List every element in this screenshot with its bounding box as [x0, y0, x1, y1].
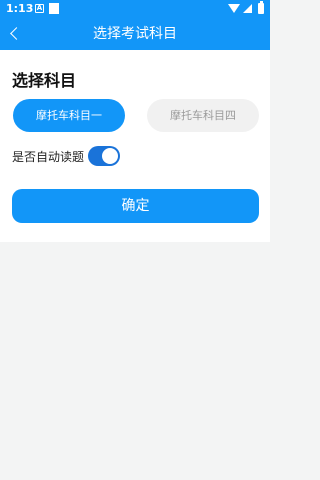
signal-icon [243, 4, 252, 13]
status-time: 1:13 [6, 2, 34, 15]
status-bar: 1:13 A [0, 0, 270, 18]
toggle-knob [102, 148, 118, 164]
battery-icon [258, 1, 264, 14]
page-title: 选择考试科目 [93, 26, 177, 42]
notification-square-icon [49, 3, 59, 14]
section-title: 选择科目 [12, 71, 77, 90]
subject-card: 选择科目 摩托车科目一 摩托车科目四 是否自动读题 确定 [0, 50, 270, 242]
auto-read-toggle[interactable] [88, 146, 120, 166]
subject-button-four[interactable]: 摩托车科目四 [147, 99, 259, 132]
subject-button-one[interactable]: 摩托车科目一 [13, 99, 125, 132]
wifi-icon [228, 4, 240, 13]
auto-read-label: 是否自动读题 [12, 150, 85, 164]
confirm-button[interactable]: 确定 [12, 189, 259, 223]
header-bar: 选择考试科目 [0, 18, 270, 50]
notification-a-icon: A [35, 4, 44, 13]
